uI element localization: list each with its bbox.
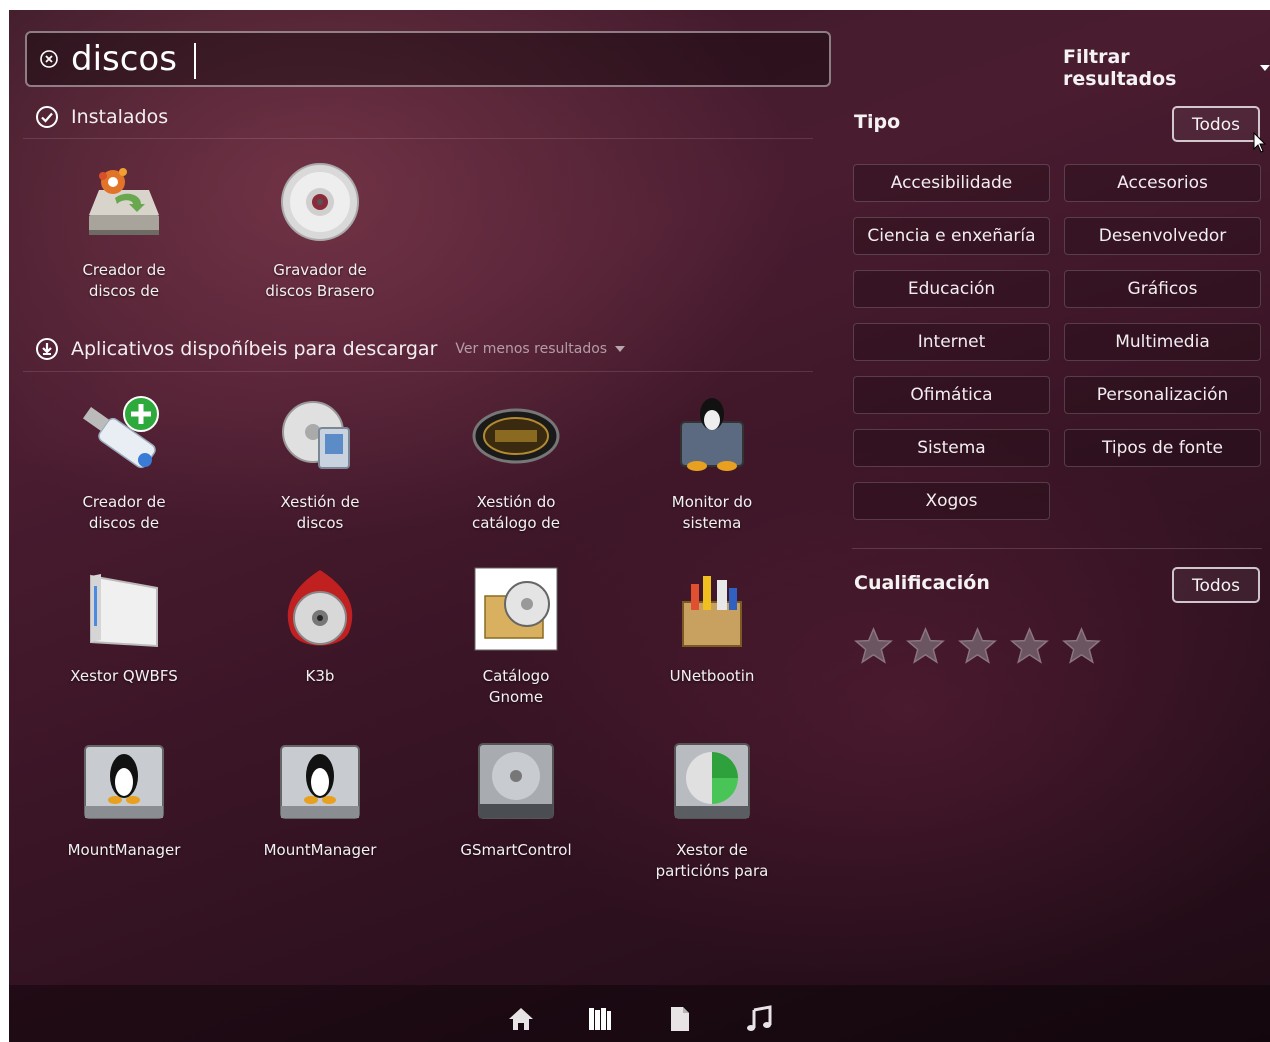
app-tile-available-12[interactable]: Xestor de particións para xyxy=(627,740,797,882)
dash-window: Instalados Creador dediscos de Gravador … xyxy=(9,10,1270,1042)
app-tile-available-4[interactable]: Monitor do sistema xyxy=(627,392,797,534)
app-label: Creador de discos de xyxy=(82,261,166,300)
app-tile-available-11[interactable]: GSmartControl xyxy=(431,740,601,861)
filter-results-label: Filtrar resultados xyxy=(1063,46,1177,90)
section-divider xyxy=(23,371,813,372)
disk-manager-icon xyxy=(282,401,350,469)
unetbootin-icon xyxy=(682,576,742,647)
section-divider xyxy=(23,138,813,139)
wii-console-icon xyxy=(90,574,158,648)
category-button[interactable]: Sistema xyxy=(853,429,1050,467)
star-icon[interactable] xyxy=(1062,626,1101,665)
search-bar[interactable] xyxy=(25,31,831,87)
files-icon[interactable] xyxy=(665,1004,695,1034)
category-button[interactable]: Accesorios xyxy=(1064,164,1261,202)
tux-drive-icon xyxy=(84,745,164,819)
applications-icon[interactable] xyxy=(585,1004,615,1034)
category-button[interactable]: Gráficos xyxy=(1064,270,1261,308)
usb-creator-icon xyxy=(89,168,159,235)
app-tile-available-5[interactable]: Xestor QWBFS xyxy=(39,566,209,687)
rating-stars xyxy=(854,626,1101,665)
check-circle-icon xyxy=(36,106,58,128)
gnome-catalog-icon xyxy=(474,567,558,651)
rating-heading: Cualificación xyxy=(854,572,990,594)
category-button[interactable]: Educación xyxy=(853,270,1050,308)
rating-all-button[interactable]: Todos xyxy=(1172,567,1260,603)
app-tile-available-6[interactable]: K3b xyxy=(235,566,405,687)
app-label: Creador de discos de xyxy=(82,493,166,532)
brasero-disc-icon xyxy=(281,163,359,241)
app-tile-installed-2[interactable]: Gravador de discos Brasero xyxy=(235,160,405,302)
section-available-header[interactable]: Aplicativos dispoñíbeis para descargar V… xyxy=(35,337,626,361)
star-icon[interactable] xyxy=(1010,626,1049,665)
app-label: Gravador de discos Brasero xyxy=(265,261,375,300)
app-label: Monitor do sistema xyxy=(671,493,753,532)
app-label: Catálogo Gnome xyxy=(482,667,550,706)
show-fewer-results-link[interactable]: Ver menos resultados xyxy=(455,341,626,357)
app-label: Xestor QWBFS xyxy=(70,667,178,685)
app-tile-available-10[interactable]: MountManager xyxy=(235,740,405,861)
app-label: MountManager xyxy=(263,841,377,859)
category-button[interactable]: Ciencia e enxeñaría xyxy=(853,217,1050,255)
app-tile-available-3[interactable]: Xestión do catálogo de xyxy=(431,392,601,534)
text-caret xyxy=(194,43,196,79)
home-icon[interactable] xyxy=(506,1004,536,1034)
star-icon[interactable] xyxy=(958,626,997,665)
app-label: K3b xyxy=(305,667,335,685)
app-tile-available-2[interactable]: Xestión de discos xyxy=(235,392,405,534)
app-label: Xestión do catálogo de xyxy=(471,493,561,532)
chevron-down-icon xyxy=(615,346,626,352)
catalog-icon xyxy=(472,408,560,464)
partition-drive-icon xyxy=(674,743,750,819)
show-fewer-results-label: Ver menos resultados xyxy=(455,341,608,357)
category-button[interactable]: Internet xyxy=(853,323,1050,361)
panel-divider xyxy=(852,548,1262,549)
category-button[interactable]: Multimedia xyxy=(1064,323,1261,361)
star-icon[interactable] xyxy=(854,626,893,665)
download-circle-icon xyxy=(36,338,58,360)
app-label: MountManager xyxy=(67,841,181,859)
category-button[interactable]: Tipos de fonte xyxy=(1064,429,1261,467)
category-button[interactable]: Accesibilidade xyxy=(853,164,1050,202)
tux-drive-icon xyxy=(280,745,360,819)
system-monitor-icon xyxy=(680,398,744,471)
app-tile-available-9[interactable]: MountManager xyxy=(39,740,209,861)
category-button[interactable]: Ofimática xyxy=(853,376,1050,414)
type-heading: Tipo xyxy=(854,111,901,133)
app-label: Xestor de particións para xyxy=(655,841,769,880)
app-tile-available-1[interactable]: Creador de discos de xyxy=(39,392,209,534)
app-label: GSmartControl xyxy=(460,841,572,859)
category-button[interactable]: Xogos xyxy=(853,482,1050,520)
chevron-down-icon xyxy=(1260,65,1270,71)
usb-stick-add-icon xyxy=(82,396,159,469)
section-available-title: Aplicativos dispoñíbeis para descargar xyxy=(71,338,438,360)
app-label: Xestión de discos xyxy=(280,493,360,532)
clear-search-icon[interactable] xyxy=(40,50,58,68)
type-all-button[interactable]: Todos xyxy=(1172,106,1260,142)
star-icon[interactable] xyxy=(906,626,945,665)
category-button[interactable]: Personalización xyxy=(1064,376,1261,414)
app-tile-installed-1[interactable]: Creador de discos de xyxy=(39,160,209,302)
lens-bar xyxy=(9,985,1270,1042)
category-button[interactable]: Desenvolvedor xyxy=(1064,217,1261,255)
section-installed-header[interactable]: Instalados xyxy=(35,105,168,129)
app-tile-available-7[interactable]: Catálogo Gnome xyxy=(431,566,601,708)
search-input[interactable] xyxy=(71,38,811,80)
section-installed-title: Instalados xyxy=(71,106,169,128)
mouse-pointer-icon xyxy=(1253,132,1267,153)
music-icon[interactable] xyxy=(744,1004,774,1034)
app-label: UNetbootin xyxy=(669,667,755,685)
hard-drive-icon xyxy=(478,743,554,819)
k3b-icon xyxy=(287,570,353,646)
app-tile-available-8[interactable]: UNetbootin xyxy=(627,566,797,687)
filter-results-toggle[interactable]: Filtrar resultados xyxy=(1063,46,1270,90)
